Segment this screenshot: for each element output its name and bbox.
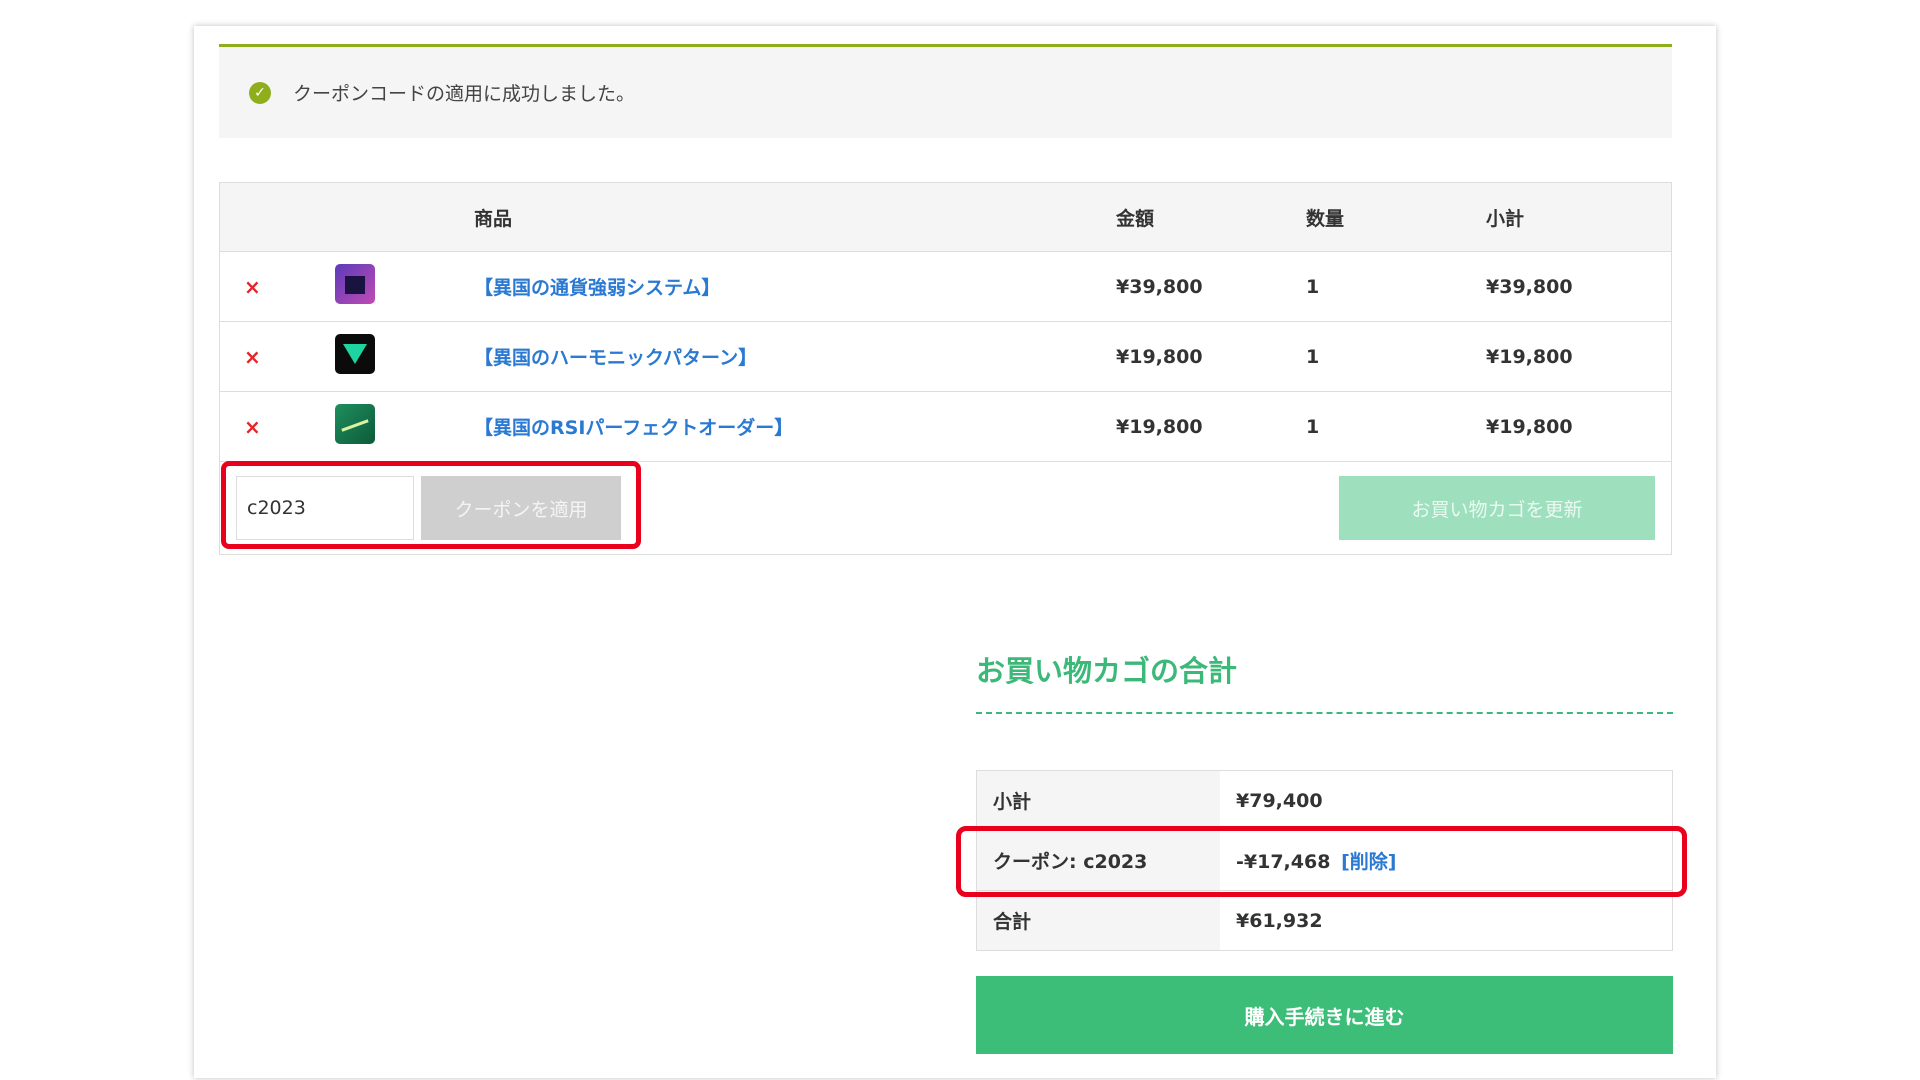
total-value: ¥61,932 (1236, 909, 1323, 932)
success-notice: ✓ クーポンコードの適用に成功しました。 (219, 44, 1672, 138)
item-quantity: 1 (1306, 275, 1320, 298)
item-subtotal: ¥19,800 (1486, 345, 1573, 368)
product-link[interactable]: 【異国の通貨強弱システム】 (474, 277, 720, 299)
update-cart-button[interactable]: お買い物カゴを更新 (1339, 476, 1655, 540)
subtotal-value: ¥79,400 (1236, 789, 1323, 812)
product-thumbnail[interactable] (335, 334, 375, 374)
coupon-label: クーポン: c2023 (977, 831, 1220, 890)
totals-subtotal-row: 小計 ¥79,400 (977, 771, 1672, 831)
cart-totals-table: 小計 ¥79,400 クーポン: c2023 -¥17,468 [削除] 合計 … (976, 770, 1673, 951)
subtotal-label: 小計 (977, 771, 1220, 830)
totals-total-row: 合計 ¥61,932 (977, 891, 1672, 950)
remove-item-icon[interactable]: × (244, 415, 261, 439)
check-circle-icon: ✓ (249, 81, 271, 104)
product-thumbnail[interactable] (335, 404, 375, 444)
item-subtotal: ¥39,800 (1486, 275, 1573, 298)
product-thumbnail[interactable] (335, 264, 375, 304)
header-product: 商品 (474, 207, 513, 230)
notice-message: クーポンコードの適用に成功しました。 (293, 83, 636, 105)
totals-coupon-row: クーポン: c2023 -¥17,468 [削除] (977, 831, 1672, 891)
remove-item-icon[interactable]: × (244, 275, 261, 299)
cart-table: 商品 金額 数量 小計 × 【異国の通貨強弱システム】 ¥39,800 1 ¥3… (219, 182, 1672, 555)
item-quantity: 1 (1306, 415, 1320, 438)
total-label: 合計 (977, 891, 1220, 950)
cart-row: × 【異国のRSIパーフェクトオーダー】 ¥19,800 1 ¥19,800 (220, 392, 1671, 462)
item-price: ¥19,800 (1116, 345, 1203, 368)
cart-page: ✓ クーポンコードの適用に成功しました。 商品 金額 数量 小計 × 【異国の通… (194, 26, 1716, 1078)
item-price: ¥19,800 (1116, 415, 1203, 438)
apply-coupon-button[interactable]: クーポンを適用 (421, 476, 621, 540)
remove-item-icon[interactable]: × (244, 345, 261, 369)
item-subtotal: ¥19,800 (1486, 415, 1573, 438)
item-price: ¥39,800 (1116, 275, 1203, 298)
cart-row: × 【異国のハーモニックパターン】 ¥19,800 1 ¥19,800 (220, 322, 1671, 392)
cart-actions: クーポンを適用 お買い物カゴを更新 (220, 462, 1671, 554)
cart-table-header: 商品 金額 数量 小計 (220, 183, 1671, 252)
remove-coupon-link[interactable]: [削除] (1341, 851, 1396, 873)
product-link[interactable]: 【異国のRSIパーフェクトオーダー】 (474, 417, 793, 439)
proceed-to-checkout-button[interactable]: 購入手続きに進む (976, 976, 1673, 1054)
product-link[interactable]: 【異国のハーモニックパターン】 (474, 347, 757, 369)
coupon-discount-value: -¥17,468 (1236, 851, 1331, 873)
header-subtotal: 小計 (1486, 207, 1525, 230)
header-quantity: 数量 (1306, 207, 1345, 230)
cart-row: × 【異国の通貨強弱システム】 ¥39,800 1 ¥39,800 (220, 252, 1671, 322)
item-quantity: 1 (1306, 345, 1320, 368)
coupon-code-input[interactable] (236, 476, 414, 540)
cart-totals-title: お買い物カゴの合計 (976, 648, 1673, 714)
header-price: 金額 (1116, 207, 1155, 230)
